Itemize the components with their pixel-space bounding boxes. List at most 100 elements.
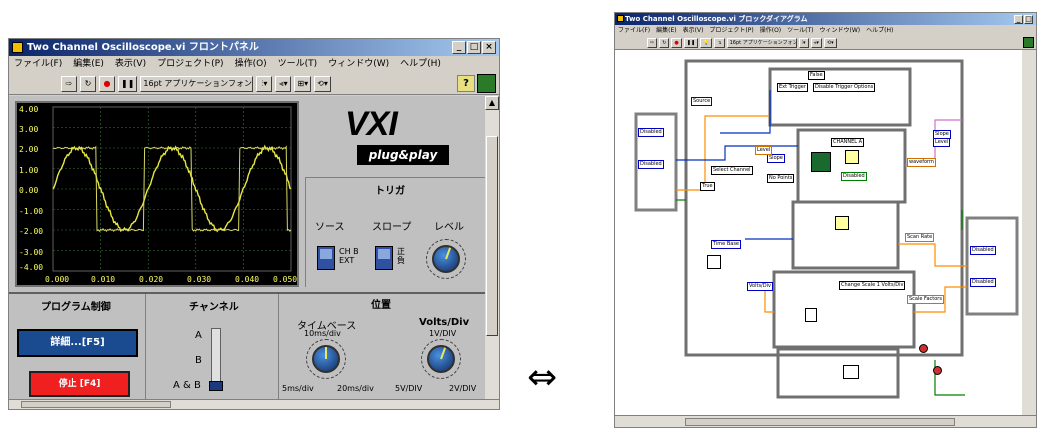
front-panel-horizontal-scrollbar[interactable] [9,399,499,409]
menu-edit[interactable]: 編集(E) [73,56,104,73]
bidirectional-arrow-icon: ⇔ [527,357,558,398]
y-tick: -1.00 [19,207,44,216]
menu-operate[interactable]: 操作(O) [235,56,267,73]
volts-div-terminal[interactable]: Volts/Div [747,282,773,291]
trigger-slope-options: 正 負 [397,247,405,265]
font-selector[interactable]: 16pt アプリケーションフォント [140,75,254,92]
block-diagram-vertical-scrollbar[interactable] [1022,50,1036,416]
divide-icon[interactable] [835,216,849,230]
stop-terminal-icon[interactable] [933,366,942,375]
menu-window[interactable]: ウィンドウ(W) [328,56,389,73]
disabled-item: Disabled [638,160,664,169]
scroll-thumb[interactable] [685,418,955,426]
scale-factors-terminal[interactable]: Scale Factors [907,295,944,304]
run-arrow-icon[interactable]: ⇨ [647,37,658,48]
level-terminal[interactable]: Level [933,138,951,147]
help-icon[interactable]: ? [457,75,475,92]
select-channel-label: Select Channel [711,166,753,175]
step-icon[interactable]: ↴ [714,37,725,48]
abort-icon[interactable]: ● [671,37,682,48]
trigger-source-switch[interactable] [317,246,335,270]
scale-icon[interactable] [805,308,817,322]
distribute-objects-icon[interactable]: ⫷▾ [810,37,822,48]
channel-a-label: CHANNEL A [831,138,865,147]
vi-connector-icon[interactable] [477,74,496,93]
dialog-icon[interactable] [843,365,859,379]
wait-icon[interactable] [707,255,721,269]
loop-condition-icon[interactable] [919,344,928,353]
channel-slider-thumb[interactable] [209,381,223,391]
voltsdiv-knob[interactable] [427,345,455,373]
scroll-thumb[interactable] [486,136,498,336]
menu-help[interactable]: ヘルプ(H) [866,25,893,36]
menu-view[interactable]: 表示(V) [115,56,146,73]
x-tick: 0.000 [45,275,70,284]
menu-tools[interactable]: ツール(T) [278,56,318,73]
highlight-execution-icon[interactable]: 💡 [700,37,713,48]
menu-project[interactable]: プロジェクト(P) [157,56,223,73]
source-terminal[interactable]: Source [691,97,713,106]
scan-rate-terminal[interactable]: Scan Rate [905,233,935,242]
reorder-icon[interactable]: ⟲▾ [823,37,837,48]
trigger-slope-switch[interactable] [375,246,393,270]
front-panel-vertical-scrollbar[interactable]: ▲ [485,96,499,400]
resize-objects-icon[interactable]: ⊞▾ [294,75,312,92]
block-diagram-titlebar[interactable]: Two Channel Oscilloscope.vi ブロックダイアグラム _… [615,13,1036,25]
menu-tools[interactable]: ツール(T) [787,25,813,36]
run-continuously-icon[interactable]: ↻ [659,37,670,48]
block-diagram-horizontal-scrollbar[interactable] [615,415,1036,427]
y-tick: -3.00 [19,248,44,257]
compare-icon[interactable] [845,150,859,164]
menu-file[interactable]: ファイル(F) [14,56,62,73]
trigger-level-knob[interactable] [432,245,460,273]
front-panel-titlebar[interactable]: Two Channel Oscilloscope.vi フロントパネル _ □ … [9,39,499,56]
menu-window[interactable]: ウィンドウ(W) [820,25,861,36]
distribute-objects-icon[interactable]: ⫷▾ [275,75,292,92]
minimize-button[interactable]: _ [1014,15,1023,24]
waveform-terminal[interactable]: waveform [907,158,936,167]
vi-connector-icon[interactable] [1023,37,1034,48]
slope-terminal[interactable]: Slope [767,154,785,163]
reorder-icon[interactable]: ⟲▾ [314,75,331,92]
align-objects-icon[interactable]: ⫶▾ [798,37,809,48]
waveform-graph[interactable]: 4.00 3.00 2.00 1.00 0.00 -1.00 -2.00 -3.… [15,101,299,287]
scroll-thumb[interactable] [21,401,171,408]
front-panel-title: Two Channel Oscilloscope.vi フロントパネル [27,42,259,53]
case-selector-false[interactable]: False [808,71,825,80]
trigger-source-options: CH B EXT [339,247,359,265]
vxi-plugplay-logo: VXI plug&play [325,105,453,168]
acquire-waveform-icon[interactable] [811,152,831,172]
pause-icon[interactable]: ❚❚ [118,75,138,92]
maximize-button[interactable]: □ [1024,15,1033,24]
time-base-terminal[interactable]: Time Base [711,240,742,249]
block-diagram-canvas: False Ext Trigger Disable Trigger Option… [615,50,1022,416]
timebase-knob[interactable] [312,345,340,373]
menu-view[interactable]: 表示(V) [683,25,704,36]
case-selector-true[interactable]: True [700,182,715,191]
scroll-up-icon[interactable]: ▲ [485,96,499,110]
trigger-source-label: ソース [315,222,345,233]
menu-edit[interactable]: 編集(E) [656,25,676,36]
position-title: 位置 [371,300,391,311]
menu-project[interactable]: プロジェクト(P) [709,25,753,36]
menu-file[interactable]: ファイル(F) [618,25,650,36]
run-arrow-icon[interactable]: ⇨ [61,75,77,92]
abort-icon[interactable]: ● [99,75,115,92]
menu-operate[interactable]: 操作(O) [760,25,781,36]
run-continuously-icon[interactable]: ↻ [80,75,96,92]
menu-help[interactable]: ヘルプ(H) [400,56,441,73]
level-terminal[interactable]: Level [755,146,773,155]
disabled-item: Disabled [841,172,867,181]
pause-icon[interactable]: ❚❚ [683,37,699,48]
font-selector[interactable]: 16pt アプリケーションフォント [726,37,797,48]
close-button[interactable]: × [482,41,496,54]
maximize-button[interactable]: □ [467,41,481,54]
stop-button[interactable]: 停止 [F4] [29,371,130,397]
details-button[interactable]: 詳細...[F5] [17,329,138,357]
block-diagram-menubar: ファイル(F) 編集(E) 表示(V) プロジェクト(P) 操作(O) ツール(… [615,25,1036,36]
channel-option-ab: A & B [173,380,201,391]
voltsdiv-max-label: 2V/DIV [449,384,477,393]
x-tick: 0.040 [235,275,260,284]
minimize-button[interactable]: _ [452,41,466,54]
align-objects-icon[interactable]: ⫶▾ [256,75,273,92]
